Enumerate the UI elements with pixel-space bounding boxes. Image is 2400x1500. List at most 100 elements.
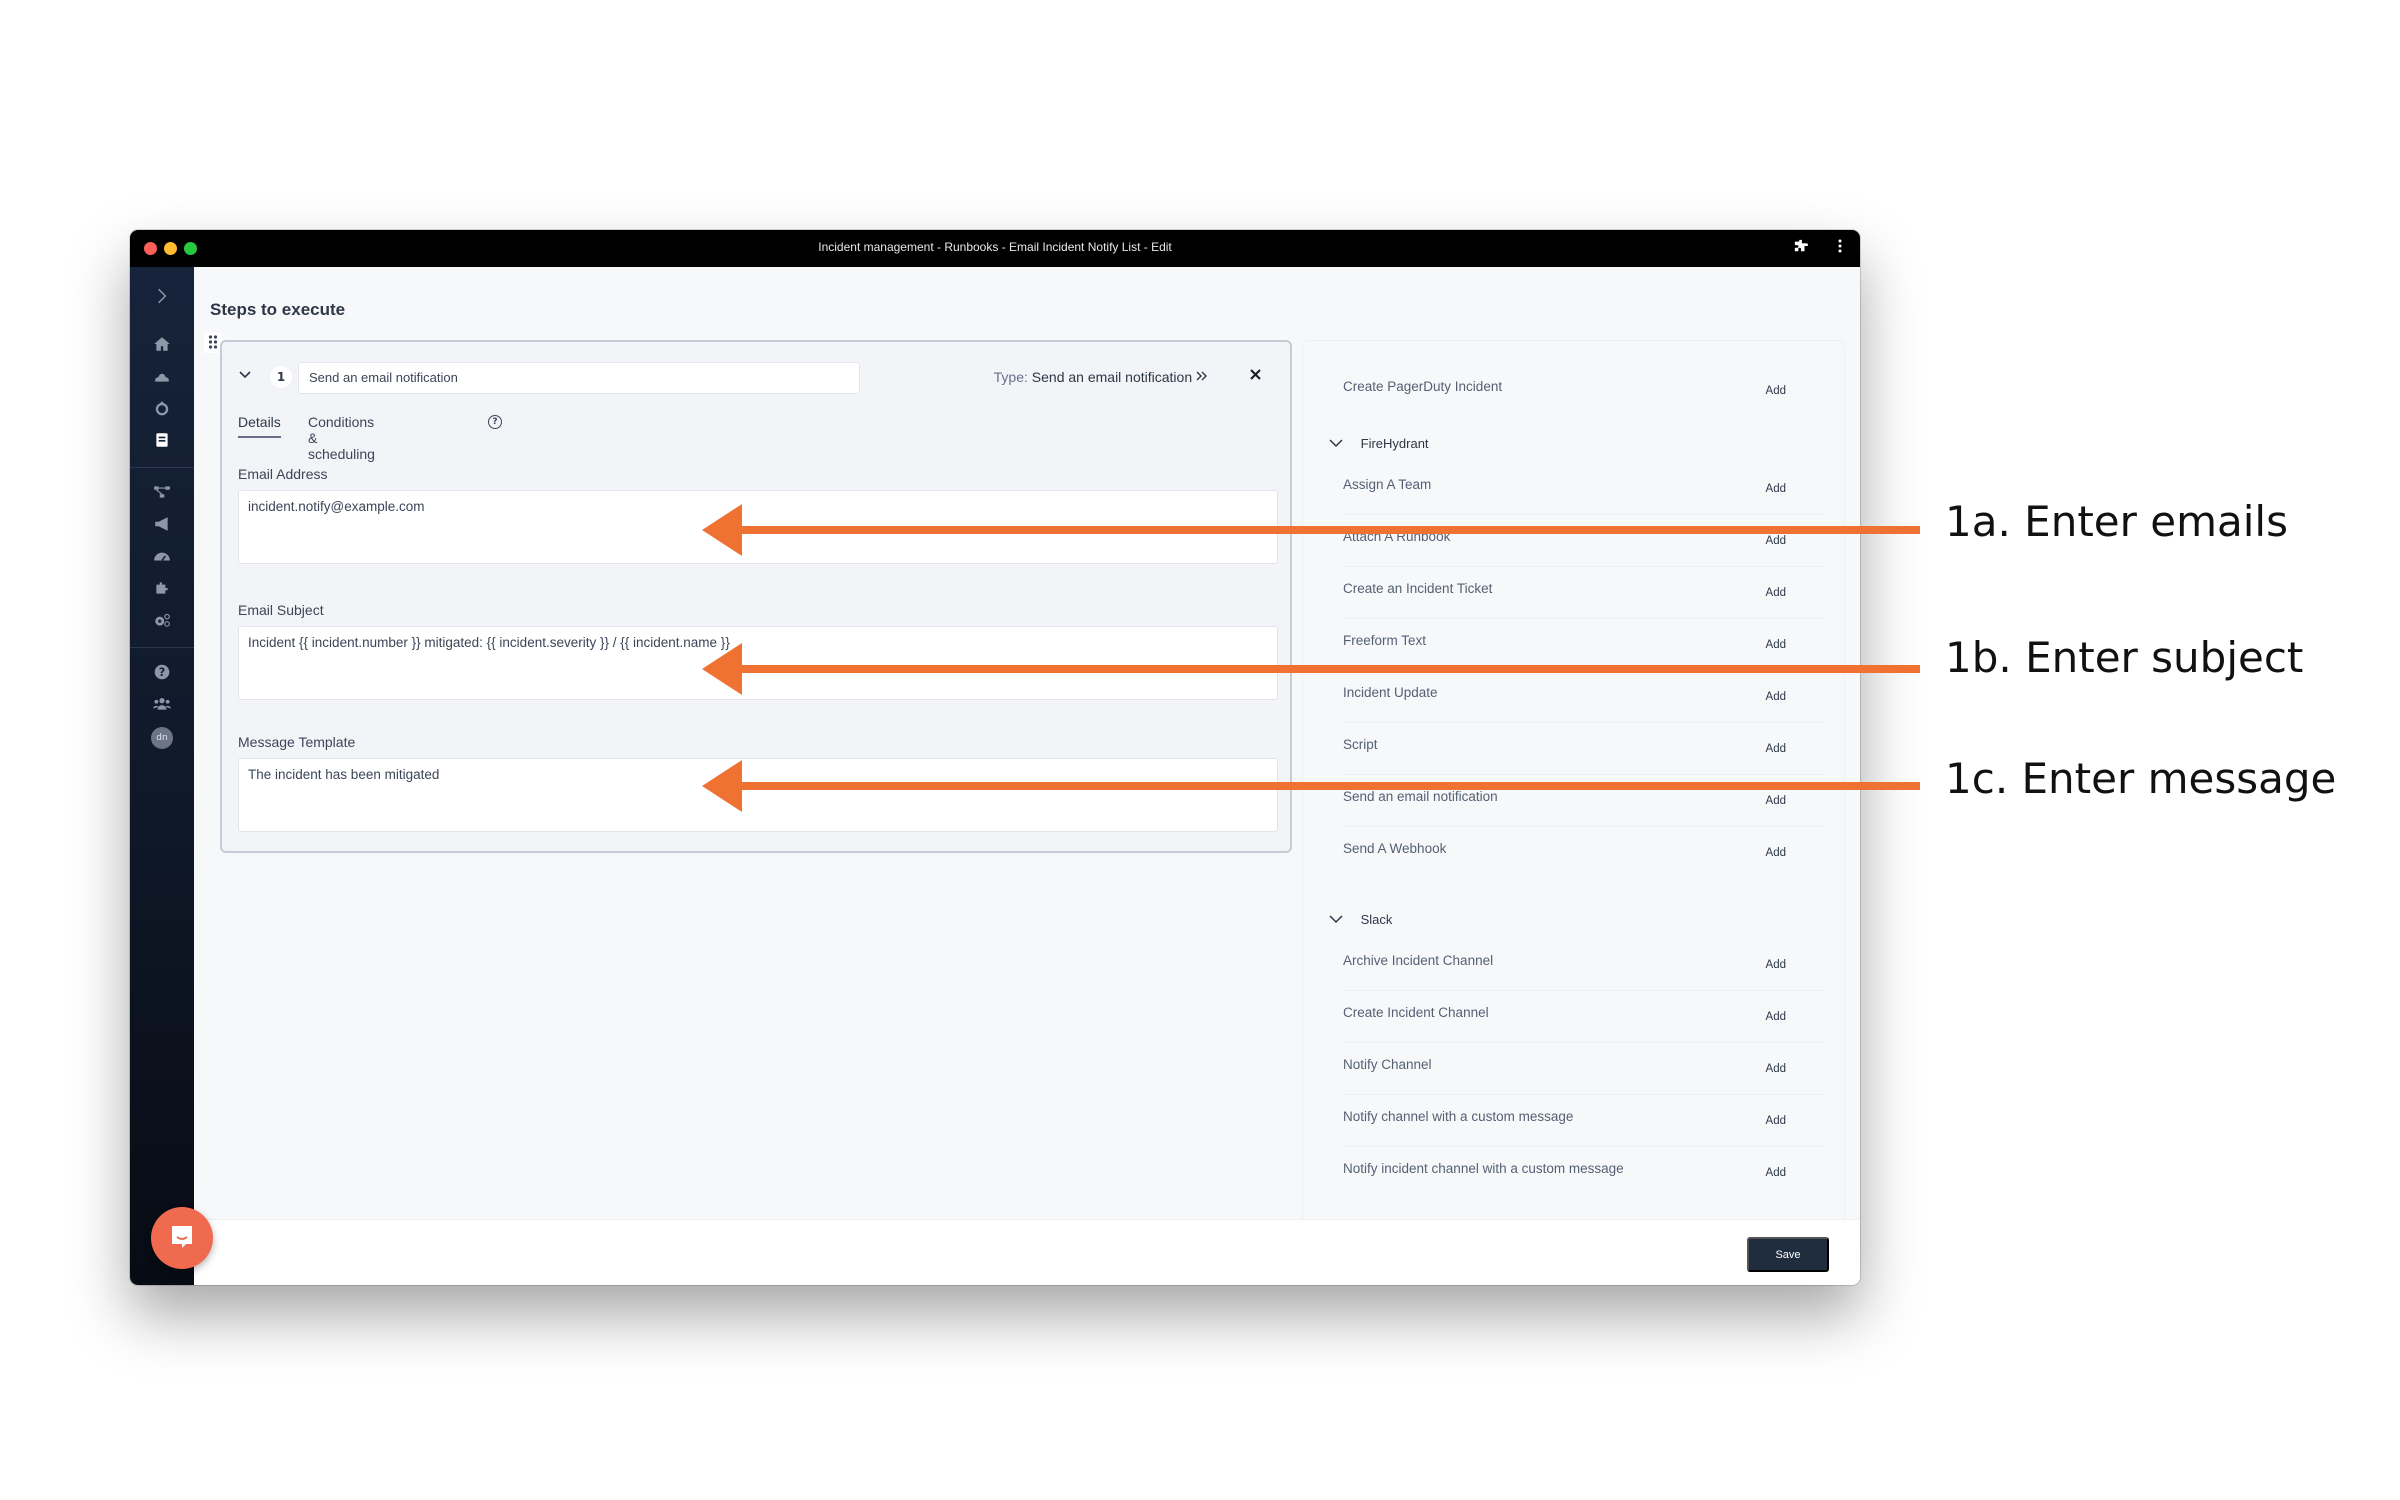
step-type-label: Type: bbox=[993, 369, 1028, 385]
library-item: Archive Incident Channel Add bbox=[1343, 939, 1824, 991]
step-number: 1 bbox=[270, 366, 292, 388]
sidebar-divider bbox=[130, 647, 194, 648]
step-header: 1 Send an email notification Type: Send … bbox=[234, 362, 1278, 394]
library-item: Create an Incident Ticket Add bbox=[1343, 567, 1824, 619]
sidebar-item-services[interactable] bbox=[130, 479, 194, 509]
annotation-label-subject: 1b. Enter subject bbox=[1945, 633, 2304, 682]
arrowhead bbox=[702, 504, 742, 556]
annotation-arrow-subject bbox=[702, 643, 1920, 695]
sidebar-item-profile[interactable]: dn bbox=[130, 723, 194, 753]
services-tree-icon bbox=[153, 483, 171, 505]
add-step-button[interactable]: Add bbox=[1766, 1167, 1786, 1179]
help-circle-icon[interactable]: ? bbox=[488, 415, 502, 429]
runbook-icon bbox=[153, 431, 171, 453]
cloud-fire-icon bbox=[153, 367, 171, 389]
library-item-name: Assign A Team bbox=[1343, 477, 1432, 492]
avatar: dn bbox=[151, 727, 173, 749]
add-step-button[interactable]: Add bbox=[1766, 1011, 1786, 1023]
drag-grip-icon bbox=[208, 334, 218, 353]
library-item-name: Archive Incident Channel bbox=[1343, 953, 1494, 968]
sidebar-item-fire[interactable] bbox=[130, 395, 194, 425]
remove-step-button[interactable] bbox=[1249, 365, 1262, 386]
library-item: Create PagerDuty Incident Add bbox=[1343, 365, 1824, 417]
annotation-label-emails: 1a. Enter emails bbox=[1945, 497, 2288, 546]
sidebar-item-incidents-cloud[interactable] bbox=[130, 363, 194, 393]
chevron-down-icon bbox=[1329, 436, 1345, 451]
arrow-line bbox=[740, 526, 1920, 534]
more-options-icon[interactable] bbox=[1838, 237, 1842, 259]
chat-icon bbox=[168, 1222, 196, 1254]
tab-details[interactable]: Details bbox=[238, 414, 281, 438]
dashboard-gauge-icon bbox=[153, 547, 171, 569]
close-icon bbox=[1249, 365, 1262, 386]
tab-conditions-scheduling[interactable]: Conditions & scheduling bbox=[308, 414, 375, 468]
add-step-button[interactable]: Add bbox=[1766, 1115, 1786, 1127]
save-button[interactable]: Save bbox=[1747, 1237, 1829, 1272]
megaphone-icon bbox=[153, 515, 171, 537]
window-title: Incident management - Runbooks - Email I… bbox=[818, 240, 1172, 254]
library-item-name: Create PagerDuty Incident bbox=[1343, 379, 1503, 394]
fire-icon bbox=[153, 399, 171, 421]
page-title: Steps to execute bbox=[210, 300, 346, 319]
library-item: Notify channel with a custom message Add bbox=[1343, 1095, 1824, 1147]
add-step-button[interactable]: Add bbox=[1766, 959, 1786, 971]
step-name-input[interactable]: Send an email notification bbox=[298, 362, 860, 394]
sidebar-divider bbox=[130, 467, 194, 468]
email-address-label: Email Address bbox=[238, 466, 328, 482]
add-step-button[interactable]: Add bbox=[1766, 385, 1786, 397]
library-item: Notify Channel Add bbox=[1343, 1043, 1824, 1095]
annotation-arrow-message bbox=[702, 760, 1920, 812]
arrowhead bbox=[702, 760, 742, 812]
svg-text:?: ? bbox=[159, 666, 166, 679]
chevron-down-icon bbox=[1329, 912, 1345, 927]
message-template-label: Message Template bbox=[238, 734, 356, 750]
team-icon bbox=[153, 695, 171, 717]
sidebar-item-status-pages[interactable] bbox=[130, 511, 194, 541]
add-step-button[interactable]: Add bbox=[1766, 483, 1786, 495]
library-item: Create Incident Channel Add bbox=[1343, 991, 1824, 1043]
home-icon bbox=[153, 335, 171, 357]
group-name: FireHydrant bbox=[1360, 436, 1429, 451]
add-step-button[interactable]: Add bbox=[1766, 743, 1786, 755]
add-step-button[interactable]: Add bbox=[1766, 847, 1786, 859]
expand-sidebar-button[interactable] bbox=[130, 283, 194, 313]
arrow-line bbox=[740, 665, 1920, 673]
arrowhead bbox=[702, 643, 742, 695]
sidebar-item-runbooks[interactable] bbox=[130, 427, 194, 457]
annotation-label-message: 1c. Enter message bbox=[1945, 754, 2337, 803]
group-slack[interactable]: Slack bbox=[1329, 912, 1392, 927]
sidebar-item-home[interactable] bbox=[130, 331, 194, 361]
sidebar-item-settings[interactable] bbox=[130, 607, 194, 637]
group-name: Slack bbox=[1360, 912, 1393, 927]
step-type-value: Send an email notification bbox=[1031, 369, 1193, 385]
step-type[interactable]: Type: Send an email notification bbox=[994, 369, 1208, 385]
add-step-button[interactable]: Add bbox=[1766, 1063, 1786, 1075]
extensions-icon[interactable] bbox=[1794, 237, 1808, 259]
add-step-button[interactable]: Add bbox=[1766, 587, 1786, 599]
sidebar-item-analytics[interactable] bbox=[130, 543, 194, 573]
library-item-name: Create an Incident Ticket bbox=[1343, 581, 1493, 596]
group-firehydrant[interactable]: FireHydrant bbox=[1329, 436, 1429, 451]
sidebar-item-team[interactable] bbox=[130, 691, 194, 721]
library-item: Send A Webhook Add bbox=[1343, 827, 1824, 879]
chat-launcher-button[interactable] bbox=[151, 1207, 213, 1269]
library-item: Notify incident channel with a custom me… bbox=[1343, 1147, 1824, 1199]
email-subject-label: Email Subject bbox=[238, 602, 324, 618]
library-item-name: Create Incident Channel bbox=[1343, 1005, 1489, 1020]
title-bar: Incident management - Runbooks - Email I… bbox=[130, 230, 1860, 267]
sidebar-item-help[interactable]: ? bbox=[130, 659, 194, 689]
library-item-name: Notify channel with a custom message bbox=[1343, 1109, 1574, 1124]
integrations-puzzle-icon bbox=[153, 579, 171, 601]
sidebar-item-integrations[interactable] bbox=[130, 575, 194, 605]
settings-gears-icon bbox=[153, 611, 171, 633]
double-chevron-right-icon bbox=[1196, 369, 1208, 385]
help-icon: ? bbox=[153, 663, 171, 685]
collapse-step-button[interactable] bbox=[238, 367, 252, 386]
sidebar: ? dn bbox=[130, 267, 194, 1285]
library-item-name: Script bbox=[1343, 737, 1378, 752]
library-item-name: Notify Channel bbox=[1343, 1057, 1432, 1072]
footer-bar: Save bbox=[194, 1219, 1860, 1285]
chevron-down-icon bbox=[238, 367, 252, 386]
chevron-right-icon bbox=[153, 287, 171, 309]
annotation-arrow-emails bbox=[702, 504, 1920, 556]
